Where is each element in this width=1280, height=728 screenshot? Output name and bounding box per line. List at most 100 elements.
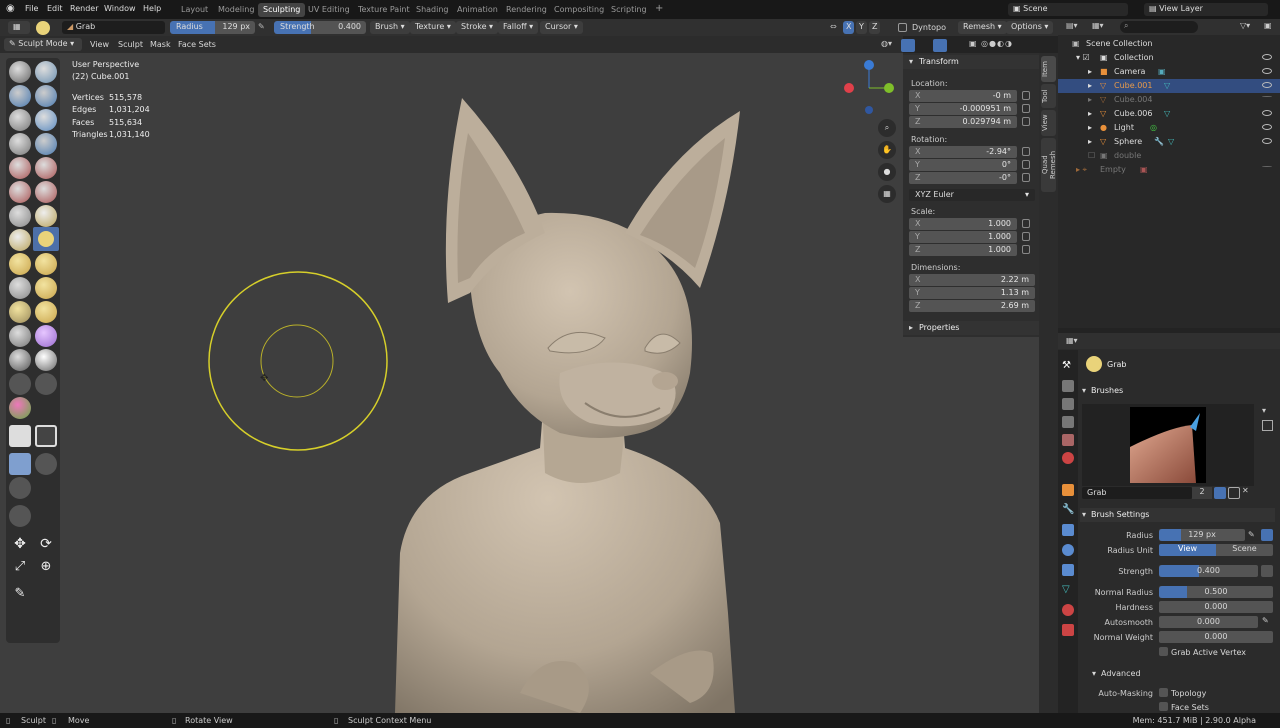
filter-icon[interactable]: ▽▾ bbox=[1240, 21, 1250, 30]
line-project-icon[interactable] bbox=[9, 477, 31, 499]
autosmooth-field[interactable]: 0.000 bbox=[1159, 616, 1258, 628]
duplicate-brush-icon[interactable] bbox=[1228, 487, 1240, 499]
fake-user-shield-icon[interactable] bbox=[1214, 487, 1226, 499]
tab-rendering[interactable]: Rendering bbox=[501, 3, 552, 17]
tab-tool[interactable]: Tool bbox=[1041, 84, 1056, 108]
lock-icon[interactable] bbox=[1022, 117, 1030, 126]
pen-pressure-icon[interactable]: ✎ bbox=[258, 22, 265, 31]
output-tab-icon[interactable] bbox=[1062, 398, 1074, 410]
sculpt-menu[interactable]: Sculpt bbox=[118, 40, 143, 49]
lock-icon[interactable] bbox=[1022, 91, 1030, 100]
eye-icon[interactable] bbox=[1262, 110, 1272, 116]
face-sets-checkbox[interactable] bbox=[1159, 702, 1168, 711]
outliner-item-camera[interactable]: ▸ ■ Camera ▣ bbox=[1058, 65, 1280, 79]
flatten-brush-icon[interactable] bbox=[9, 181, 31, 203]
mesh-filter-icon[interactable] bbox=[9, 505, 31, 527]
unlink-brush-icon[interactable]: ✕ bbox=[1242, 486, 1249, 495]
scene-selector[interactable]: ▣ Scene bbox=[1008, 3, 1128, 16]
grab-brush-icon[interactable] bbox=[33, 227, 59, 251]
blender-logo-icon[interactable]: ◉ bbox=[6, 3, 15, 14]
view-layer-selector[interactable]: ▤ View Layer bbox=[1144, 3, 1268, 16]
xray-icon[interactable]: ▣ bbox=[969, 39, 977, 48]
multires-displacement-icon[interactable] bbox=[9, 397, 31, 419]
modifier-tab-icon[interactable]: 🔧 bbox=[1062, 504, 1074, 516]
tool-tab-icon[interactable]: ⚒ bbox=[1062, 360, 1074, 372]
advanced-panel-header[interactable]: ▾ Advanced bbox=[1090, 667, 1275, 681]
clay-thumb-brush-icon[interactable] bbox=[9, 109, 31, 131]
transform-gizmo-icon[interactable]: ⊕ bbox=[35, 556, 57, 578]
cloth-brush-icon[interactable] bbox=[9, 349, 31, 371]
location-z-field[interactable]: Z 0.029794 m bbox=[909, 116, 1030, 128]
box-mask-icon[interactable] bbox=[9, 425, 31, 447]
outliner-item-double[interactable]: ☐ ▣ double bbox=[1058, 149, 1280, 163]
outliner-item-light[interactable]: ▸ ● Light ◎ bbox=[1058, 121, 1280, 135]
display-mode-icon[interactable]: ▦▾ bbox=[1092, 21, 1104, 30]
tab-modeling[interactable]: Modeling bbox=[213, 3, 259, 17]
editor-type-icon[interactable]: ▦▾ bbox=[1066, 336, 1078, 345]
world-tab-icon[interactable] bbox=[1062, 452, 1074, 464]
boundary-brush-icon[interactable] bbox=[35, 325, 57, 347]
brush-name-input[interactable]: Grab bbox=[1082, 487, 1192, 499]
lock-icon[interactable] bbox=[1022, 232, 1030, 241]
rotate-gizmo-icon[interactable]: ⟳ bbox=[35, 533, 57, 555]
tab-view[interactable]: View bbox=[1041, 110, 1056, 136]
snake-hook-brush-icon[interactable] bbox=[35, 253, 57, 275]
object-tab-icon[interactable] bbox=[1062, 484, 1074, 496]
simplify-brush-icon[interactable] bbox=[35, 349, 57, 371]
menu-render[interactable]: Render bbox=[70, 4, 98, 13]
transform-panel-header[interactable]: ▾ Transform bbox=[903, 55, 1039, 69]
crease-brush-icon[interactable] bbox=[9, 157, 31, 179]
radius-unit-scene-button[interactable]: Scene bbox=[1216, 544, 1273, 556]
outliner-item-cube-004[interactable]: ▸ ▽ Cube.004 bbox=[1058, 93, 1280, 107]
box-hide-icon[interactable] bbox=[35, 425, 57, 447]
brush-settings-panel-header[interactable]: ▾ Brush Settings bbox=[1080, 508, 1275, 522]
nudge-brush-icon[interactable] bbox=[9, 301, 31, 323]
brush-users-count[interactable]: 2 bbox=[1192, 487, 1212, 499]
brush-list-dropdown-icon[interactable]: ▾ bbox=[1262, 406, 1266, 415]
new-collection-icon[interactable]: ▣ bbox=[1264, 21, 1272, 30]
rotate-brush-icon[interactable] bbox=[35, 301, 57, 323]
properties-panel-header[interactable]: ▸ Properties bbox=[903, 321, 1039, 335]
rotation-y-field[interactable]: Y 0° bbox=[909, 159, 1030, 171]
remesh-menu[interactable]: Remesh ▾ bbox=[958, 21, 1007, 34]
falloff-menu[interactable]: Falloff ▾ bbox=[498, 21, 539, 34]
lock-icon[interactable] bbox=[1022, 219, 1030, 228]
outliner-item-cube-001[interactable]: ▸ ▽ Cube.001 ▽ bbox=[1058, 79, 1280, 93]
tab-animation[interactable]: Animation bbox=[452, 3, 503, 17]
brush-image-icon[interactable] bbox=[1262, 420, 1273, 431]
editor-type-icon[interactable]: ▦ bbox=[8, 21, 30, 34]
slide-relax-brush-icon[interactable] bbox=[9, 325, 31, 347]
lock-icon[interactable] bbox=[1022, 173, 1030, 182]
lock-icon[interactable] bbox=[1022, 160, 1030, 169]
brush-name-field[interactable]: ◢ Grab bbox=[62, 21, 165, 34]
dimensions-y-field[interactable]: Y 1.13 m bbox=[909, 287, 1035, 299]
face-sets-menu[interactable]: Face Sets bbox=[178, 40, 216, 49]
inflate-brush-icon[interactable] bbox=[9, 133, 31, 155]
topology-checkbox[interactable] bbox=[1159, 688, 1168, 697]
normal-radius-field[interactable]: 0.500 bbox=[1159, 586, 1273, 598]
multiplane-scrape-brush-icon[interactable] bbox=[35, 205, 57, 227]
draw-brush-icon[interactable] bbox=[9, 61, 31, 83]
gizmo-toggle-icon[interactable] bbox=[901, 39, 915, 52]
draw-sharp-brush-icon[interactable] bbox=[35, 61, 57, 83]
draw-face-sets-brush-icon[interactable] bbox=[35, 373, 57, 395]
tab-quad-remesh[interactable]: Quad Remesh bbox=[1041, 138, 1057, 192]
autosmooth-pressure-icon[interactable]: ✎ bbox=[1262, 616, 1269, 625]
smooth-brush-icon[interactable] bbox=[35, 157, 57, 179]
mirror-y-toggle[interactable]: Y bbox=[856, 21, 867, 34]
view-layer-tab-icon[interactable] bbox=[1062, 416, 1074, 428]
stroke-menu[interactable]: Stroke ▾ bbox=[456, 21, 499, 34]
eyedropper-icon[interactable]: ✎ bbox=[1248, 530, 1255, 539]
thumb-brush-icon[interactable] bbox=[9, 277, 31, 299]
symmetry-icon[interactable]: ⇔ bbox=[830, 22, 837, 31]
visibility-icon[interactable]: ◍▾ bbox=[881, 39, 892, 48]
radius-slider[interactable]: Radius 129 px bbox=[170, 21, 255, 34]
location-x-field[interactable]: X -0 m bbox=[909, 90, 1030, 102]
options-menu[interactable]: Options ▾ bbox=[1006, 21, 1054, 34]
clay-strips-brush-icon[interactable] bbox=[35, 85, 57, 107]
pinch-brush-icon[interactable] bbox=[9, 229, 31, 251]
mask-brush-icon[interactable] bbox=[9, 373, 31, 395]
blob-brush-icon[interactable] bbox=[35, 133, 57, 155]
mask-menu[interactable]: Mask bbox=[150, 40, 171, 49]
menu-help[interactable]: Help bbox=[143, 4, 161, 13]
